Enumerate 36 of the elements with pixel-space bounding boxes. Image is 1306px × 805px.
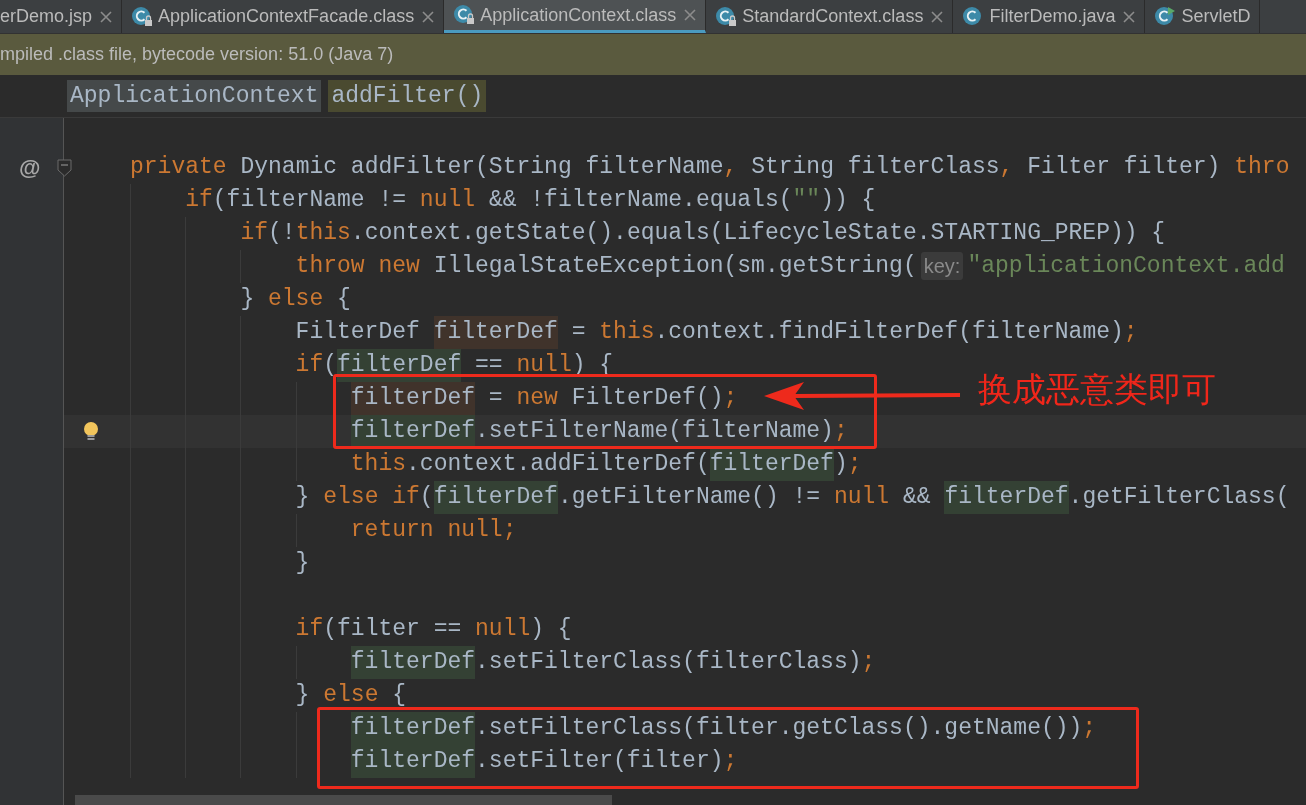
code-line: filterDef = new FilterDef(); — [350, 382, 738, 415]
locked-class-icon — [453, 4, 476, 26]
code-line: filterDef.setFilterClass(filterClass); — [350, 646, 876, 679]
breadcrumb[interactable]: addFilter() — [328, 80, 487, 112]
code-line: } else if(filterDef.getFilterName() != null && filterDef.getFilterClass( — [295, 481, 1290, 514]
code-line: if(filterName != null && !filterName.equals("")) { — [185, 186, 876, 215]
code-line: if(!this.context.getState().equals(LifecycleState.STARTING_PREP)) { — [240, 219, 1166, 248]
close-icon[interactable] — [684, 9, 697, 21]
code-line: this.context.addFilterDef(filterDef); — [350, 448, 862, 481]
close-icon[interactable] — [1123, 10, 1136, 23]
code-line: throw new IllegalStateException(sm.getString( key: "applicationContext.add — [295, 250, 1285, 282]
code-line: if(filter == null) { — [295, 615, 572, 644]
code-line: } — [295, 549, 310, 578]
lightbulb-icon[interactable] — [82, 420, 100, 443]
code-line: filterDef.setFilterClass(filter.getClass().getName()); — [350, 712, 1097, 745]
code-line: return null; — [350, 516, 517, 545]
annotation-text: 换成恶意类即可 — [978, 369, 1216, 410]
override-marker[interactable]: @ — [19, 151, 41, 184]
locked-class-icon — [131, 5, 154, 28]
runnable-class-icon — [1154, 5, 1177, 28]
code-line: filterDef.setFilterName(filterName); — [350, 415, 848, 448]
scrollbar[interactable] — [75, 795, 612, 805]
code-line: private Dynamic addFilter(String filterName, String filterClass, Filter filter) thro — [130, 153, 1290, 182]
editor-tab[interactable]: ApplicationContext.class — [444, 0, 707, 33]
locked-class-icon — [715, 5, 738, 28]
code-line: } else { — [240, 285, 351, 314]
editor-tab[interactable]: erDemo.jsp — [0, 0, 123, 33]
breadcrumb[interactable]: ApplicationContext — [67, 80, 322, 112]
close-icon[interactable] — [100, 10, 113, 23]
close-icon[interactable] — [931, 10, 944, 23]
fold-icon[interactable] — [57, 159, 72, 177]
close-icon[interactable] — [422, 10, 435, 23]
code-line: filterDef.setFilter(filter); — [350, 745, 738, 778]
code-line: FilterDef filterDef = this.context.findFilterDef(filterName); — [295, 316, 1138, 349]
info-banner: mpiled .class file, bytecode version: 51.0 (Java 7) — [0, 34, 1306, 75]
code-line: } else { — [295, 681, 407, 710]
